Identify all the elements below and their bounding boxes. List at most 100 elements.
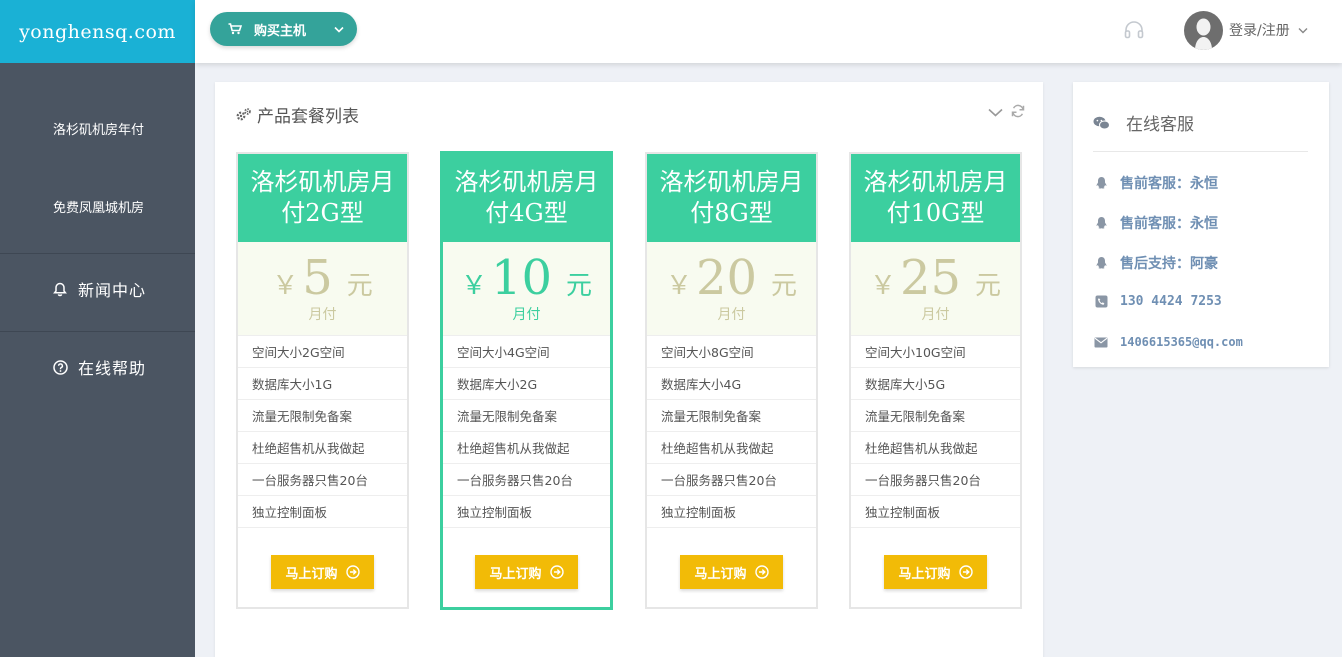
panel-title: 产品套餐列表 [235, 102, 359, 127]
support-row-label: 130 4424 7253 [1120, 294, 1222, 309]
gears-icon [235, 107, 252, 122]
sidebar-item-label: 免费凤凰城机房 [53, 200, 145, 216]
headset-icon[interactable] [1123, 19, 1145, 45]
plan-feature: 数据库大小5G [851, 368, 1020, 400]
chevron-down-icon [1298, 27, 1308, 34]
order-button-label: 马上订购 [694, 566, 747, 582]
chevron-down-icon [334, 26, 344, 33]
order-button[interactable]: 马上订购 [680, 555, 783, 589]
plan-feature: 杜绝超售机从我做起 [851, 432, 1020, 464]
support-phone[interactable]: 130 4424 7253 [1093, 294, 1222, 309]
product-list-panel: 产品套餐列表 洛杉矶机房月付2G型 ￥ 5 元 月付 空间大小2G空间 数据库大… [215, 82, 1043, 657]
plan-name: 洛杉矶机房月付10G型 [851, 154, 1020, 242]
help-circle-icon [52, 359, 68, 375]
site-logo[interactable]: yonghensq.com [0, 0, 195, 63]
sidebar: 洛杉矶机房年付 免费凤凰城机房 新闻中心 在线帮助 [0, 63, 195, 657]
plan-feature: 空间大小4G空间 [443, 336, 610, 368]
sidebar-item-la-yearly[interactable]: 洛杉矶机房年付 [0, 113, 195, 143]
plan-price-block: ￥ 5 元 月付 [238, 242, 407, 336]
refresh-icon[interactable] [1011, 104, 1025, 122]
support-email[interactable]: 1406615365@qq.com [1093, 335, 1243, 349]
price-unit: 元 [566, 271, 593, 301]
price-period: 月付 [308, 307, 337, 323]
order-button-label: 马上订购 [489, 566, 542, 582]
plan-feature: 杜绝超售机从我做起 [647, 432, 816, 464]
plan-feature: 一台服务器只售20台 [851, 464, 1020, 496]
support-title-text: 在线客服 [1126, 115, 1194, 135]
top-bar: 购买主机 登录/注册 [195, 0, 1342, 63]
login-register-menu[interactable]: 登录/注册 [1229, 20, 1308, 40]
support-row-label: 售前客服：永恒 [1120, 176, 1218, 192]
plan-price-block: ￥ 20 元 月付 [647, 242, 816, 336]
site-logo-text: yonghensq.com [19, 20, 176, 43]
plan-feature: 流量无限制免备案 [851, 400, 1020, 432]
sidebar-item-label: 新闻中心 [78, 281, 147, 300]
plan-feature: 数据库大小1G [238, 368, 407, 400]
price-period: 月付 [717, 307, 746, 323]
qq-icon [1093, 216, 1109, 231]
support-row-label: 售前客服：永恒 [1120, 216, 1218, 232]
price-value: 20 [695, 250, 758, 306]
support-row-label: 售后支持：阿豪 [1120, 256, 1218, 272]
price-unit: 元 [975, 271, 1002, 301]
plan-name: 洛杉矶机房月付2G型 [238, 154, 407, 242]
order-button-label: 马上订购 [285, 566, 338, 582]
sidebar-item-free-phoenix[interactable]: 免费凤凰城机房 [0, 191, 195, 221]
plan-price-block: ￥ 10 元 月付 [443, 242, 610, 336]
panel-title-text: 产品套餐列表 [257, 107, 359, 127]
price-value: 10 [490, 250, 553, 306]
support-row-label: 1406615365@qq.com [1120, 335, 1243, 349]
plan-feature: 杜绝超售机从我做起 [238, 432, 407, 464]
plan-card-4g: 洛杉矶机房月付4G型 ￥ 10 元 月付 空间大小4G空间 数据库大小2G 流量… [440, 151, 613, 610]
wechat-icon [1093, 116, 1110, 130]
plan-name: 洛杉矶机房月付8G型 [647, 154, 816, 242]
buy-host-dropdown[interactable]: 购买主机 [210, 12, 357, 46]
plan-feature: 数据库大小2G [443, 368, 610, 400]
plan-feature: 空间大小8G空间 [647, 336, 816, 368]
price-currency: ￥ [272, 271, 299, 301]
sidebar-item-help[interactable]: 在线帮助 [0, 352, 195, 382]
mail-icon [1093, 337, 1109, 348]
collapse-chevron-icon[interactable] [988, 106, 1003, 121]
price-value: 25 [899, 250, 962, 306]
support-title: 在线客服 [1093, 110, 1194, 135]
arrow-circle-right-icon [754, 565, 769, 579]
price-currency: ￥ [665, 271, 692, 301]
price-period: 月付 [921, 307, 950, 323]
support-aftersales[interactable]: 售后支持：阿豪 [1093, 253, 1218, 273]
price-unit: 元 [346, 271, 373, 301]
plan-feature: 流量无限制免备案 [238, 400, 407, 432]
plan-feature: 独立控制面板 [238, 496, 407, 528]
plan-price-block: ￥ 25 元 月付 [851, 242, 1020, 336]
arrow-circle-right-icon [958, 565, 973, 579]
arrow-circle-right-icon [345, 565, 360, 579]
avatar[interactable] [1184, 11, 1223, 50]
plan-feature: 一台服务器只售20台 [647, 464, 816, 496]
plan-name: 洛杉矶机房月付4G型 [443, 154, 610, 242]
price-value: 5 [302, 250, 333, 306]
support-presales-2[interactable]: 售前客服：永恒 [1093, 213, 1218, 233]
price-period: 月付 [512, 307, 541, 323]
panel-tools [988, 104, 1025, 122]
order-button[interactable]: 马上订购 [884, 555, 987, 589]
plan-feature: 空间大小2G空间 [238, 336, 407, 368]
plan-card-2g: 洛杉矶机房月付2G型 ￥ 5 元 月付 空间大小2G空间 数据库大小1G 流量无… [236, 152, 409, 609]
sidebar-divider [0, 331, 195, 332]
sidebar-item-news[interactable]: 新闻中心 [0, 274, 195, 304]
plan-feature: 杜绝超售机从我做起 [443, 432, 610, 464]
order-button[interactable]: 马上订购 [475, 555, 578, 589]
arrow-circle-right-icon [549, 565, 564, 579]
buy-host-label: 购买主机 [254, 23, 307, 39]
bell-icon [52, 282, 68, 297]
sidebar-item-label: 在线帮助 [78, 359, 147, 378]
support-presales-1[interactable]: 售前客服：永恒 [1093, 173, 1218, 193]
plan-feature: 独立控制面板 [443, 496, 610, 528]
order-button[interactable]: 马上订购 [271, 555, 374, 589]
plan-card-8g: 洛杉矶机房月付8G型 ￥ 20 元 月付 空间大小8G空间 数据库大小4G 流量… [645, 152, 818, 609]
online-support-panel: 在线客服 售前客服：永恒 售前客服：永恒 售后支持：阿豪 130 4424 72… [1073, 82, 1329, 367]
sidebar-divider [0, 253, 195, 254]
cart-icon [228, 23, 242, 35]
plan-feature: 流量无限制免备案 [647, 400, 816, 432]
order-button-label: 马上订购 [898, 566, 951, 582]
plan-feature: 独立控制面板 [851, 496, 1020, 528]
